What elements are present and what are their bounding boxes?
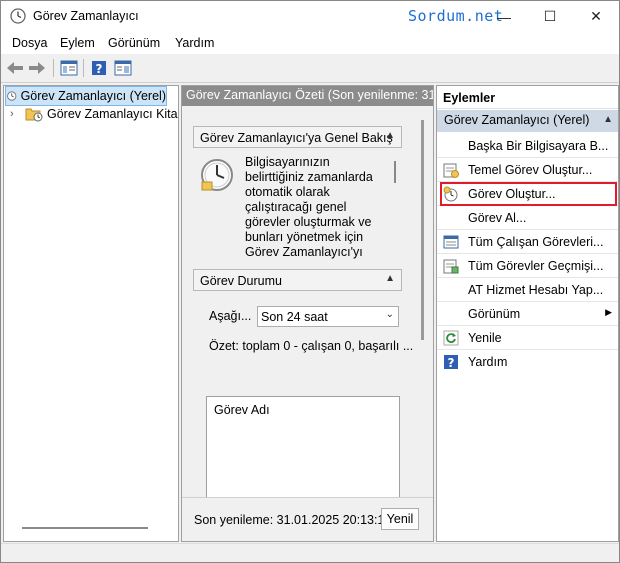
task-list[interactable]: Görev Adı	[206, 396, 400, 497]
action-display-running-tasks[interactable]: Tüm Çalışan Görevleri...	[437, 230, 618, 254]
scheduler-clock-icon	[201, 159, 233, 191]
forward-button[interactable]	[28, 59, 46, 77]
title-bar: Görev Zamanlayıcı Sordum.net — ☐ ✕	[1, 1, 619, 32]
action-label: Temel Görev Oluştur...	[468, 163, 593, 177]
toolbar: ?	[1, 54, 619, 83]
actions-pane: Eylemler Görev Zamanlayıcı (Yerel) ▲ Baş…	[436, 85, 619, 542]
overview-text: Bilgisayarınızın belirttiğiniz zamanlard…	[245, 155, 373, 259]
overview-section: Bilgisayarınızın belirttiğiniz zamanlard…	[193, 148, 402, 263]
summary-pane: Görev Zamanlayıcı Özeti (Son yenilenme: …	[181, 85, 434, 542]
summary-header: Görev Zamanlayıcı Özeti (Son yenilenme: …	[182, 86, 433, 106]
action-refresh[interactable]: Yenile	[437, 326, 618, 350]
console-tree-icon	[60, 60, 78, 76]
menu-bar: Dosya Eylem Görünüm Yardım	[1, 32, 619, 55]
action-view-menu[interactable]: Görünüm ▶	[437, 302, 618, 326]
basic-task-icon	[443, 163, 459, 178]
highlight-box	[440, 182, 617, 206]
toolbar-separator	[83, 59, 84, 77]
chevron-down-icon: ⌄	[385, 309, 394, 320]
toolbar-separator	[53, 59, 54, 77]
tree-item-library[interactable]: › Görev Zamanlayıcı Kitap	[10, 105, 179, 123]
show-hide-tree-button[interactable]	[60, 59, 78, 77]
action-pane-icon	[114, 60, 132, 76]
help-toolbar-button[interactable]: ?	[90, 59, 108, 77]
action-import-task[interactable]: Görev Al...	[437, 206, 618, 230]
back-arrow-icon	[7, 62, 23, 74]
time-range-value: Son 24 saat	[261, 310, 328, 324]
action-help[interactable]: ? Yardım	[437, 350, 618, 374]
tree-item-root[interactable]: Görev Zamanlayıcı (Yerel)	[5, 86, 167, 106]
refresh-button[interactable]: Yenil	[381, 508, 419, 530]
actions-subheader[interactable]: Görev Zamanlayıcı (Yerel) ▲	[437, 110, 618, 132]
action-label: AT Hizmet Hesabı Yap...	[468, 283, 604, 297]
menu-eylem[interactable]: Eylem	[60, 36, 95, 50]
time-range-select[interactable]: Son 24 saat ⌄	[257, 306, 399, 327]
menu-yardim[interactable]: Yardım	[175, 36, 214, 50]
action-label: Tüm Görevler Geçmişi...	[468, 259, 604, 273]
action-at-service-account[interactable]: AT Hizmet Hesabı Yap...	[437, 278, 618, 302]
refresh-icon	[443, 330, 459, 346]
folder-clock-icon	[25, 108, 43, 122]
help-icon: ?	[92, 61, 106, 76]
menu-gorunum[interactable]: Görünüm	[108, 36, 160, 50]
status-summary: Özet: toplam 0 - çalışan 0, başarılı ...	[209, 339, 414, 353]
action-label: Yenile	[468, 331, 502, 345]
console-tree: Görev Zamanlayıcı (Yerel) › Görev Zamanl…	[3, 85, 179, 542]
svg-text:?: ?	[96, 62, 103, 76]
action-label: Görev Al...	[468, 211, 527, 225]
clock-icon	[10, 8, 26, 24]
expand-chevron-icon[interactable]: ›	[10, 108, 22, 120]
filter-label: Aşağı...	[209, 309, 252, 323]
last-refresh-text: Son yenileme: 31.01.2025 20:13:16	[194, 513, 392, 527]
back-button[interactable]	[6, 59, 24, 77]
action-label: Başka Bir Bilgisayara B...	[468, 139, 609, 153]
tree-horizontal-scrollbar[interactable]	[22, 527, 148, 529]
actions-subheader-label: Görev Zamanlayıcı (Yerel)	[444, 113, 590, 127]
task-status-section-header[interactable]: Görev Durumu ▲	[193, 269, 402, 291]
action-label: Görünüm	[468, 307, 521, 321]
clock-icon	[7, 91, 17, 101]
history-icon	[443, 259, 459, 274]
action-create-basic-task[interactable]: Temel Görev Oluştur...	[437, 158, 618, 182]
running-tasks-icon	[443, 235, 459, 249]
action-label: Yardım	[468, 355, 508, 369]
action-all-tasks-history[interactable]: Tüm Görevler Geçmişi...	[437, 254, 618, 278]
action-connect-another-computer[interactable]: Başka Bir Bilgisayara B...	[437, 134, 618, 158]
tree-item-root-label: Görev Zamanlayıcı (Yerel)	[20, 89, 166, 103]
task-name-column-header[interactable]: Görev Adı	[214, 403, 270, 417]
submenu-arrow-icon: ▶	[605, 307, 612, 317]
collapse-up-icon[interactable]: ▲	[603, 114, 613, 125]
collapse-up-icon[interactable]: ▲	[385, 273, 395, 284]
show-hide-action-pane-button[interactable]	[114, 59, 132, 77]
summary-vertical-scrollbar[interactable]	[421, 120, 424, 340]
overview-title: Görev Zamanlayıcı'ya Genel Bakış	[200, 131, 393, 145]
forward-arrow-icon	[29, 62, 45, 74]
task-status-title: Görev Durumu	[200, 274, 282, 288]
summary-footer: Son yenileme: 31.01.2025 20:13:16 Yenil	[182, 497, 433, 541]
tree-item-library-label: Görev Zamanlayıcı Kitap	[47, 107, 179, 121]
collapse-up-icon[interactable]: ▲	[385, 130, 395, 141]
maximize-button[interactable]: ☐	[527, 1, 573, 32]
action-label: Tüm Çalışan Görevleri...	[468, 235, 604, 249]
close-button[interactable]: ✕	[573, 1, 619, 32]
overview-scrollbar[interactable]	[394, 161, 396, 183]
svg-text:?: ?	[448, 356, 455, 370]
summary-body: Görev Zamanlayıcı'ya Genel Bakış ▲ Bilgi…	[182, 106, 433, 497]
actions-header: Eylemler	[437, 86, 618, 109]
minimize-button[interactable]: —	[481, 1, 527, 32]
menu-dosya[interactable]: Dosya	[12, 36, 47, 50]
window-title: Görev Zamanlayıcı	[33, 9, 139, 23]
help-icon: ?	[444, 355, 458, 370]
overview-section-header[interactable]: Görev Zamanlayıcı'ya Genel Bakış ▲	[193, 126, 402, 148]
task-scheduler-window: Görev Zamanlayıcı Sordum.net — ☐ ✕ Dosya…	[0, 0, 620, 563]
status-bar	[1, 543, 619, 562]
